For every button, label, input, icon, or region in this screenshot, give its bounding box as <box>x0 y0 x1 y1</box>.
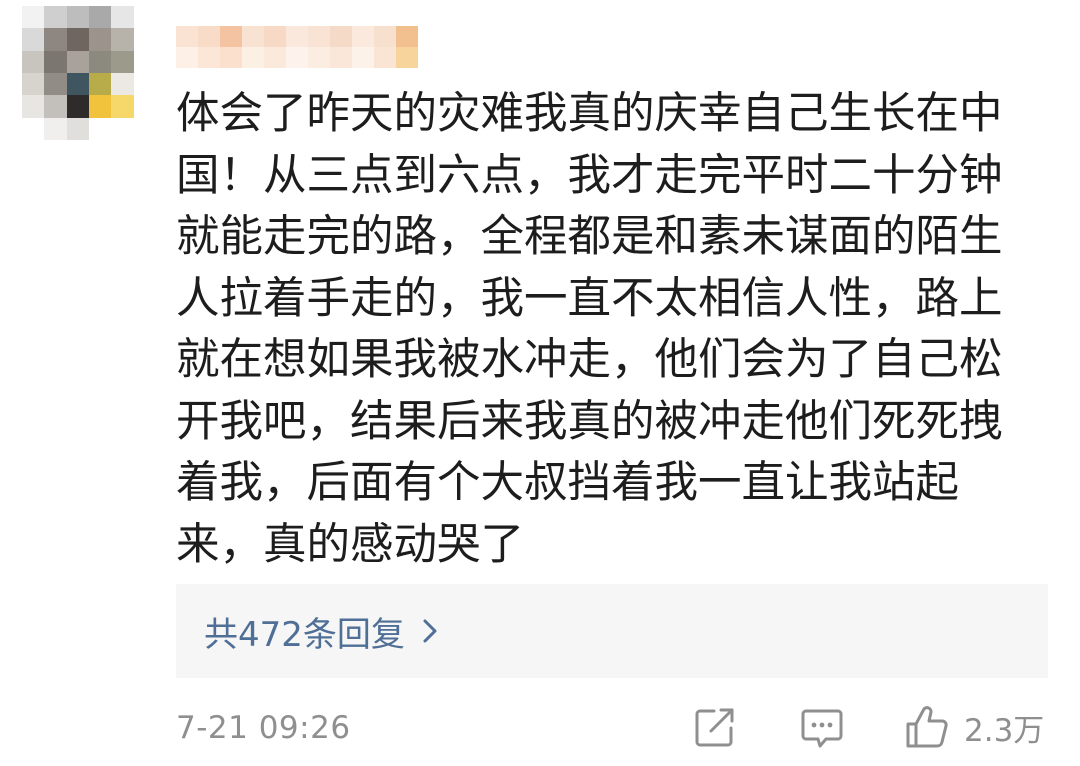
avatar[interactable] <box>22 6 156 140</box>
thumbs-up-icon <box>906 706 948 748</box>
like-button[interactable]: 2.3万 <box>904 704 1044 750</box>
view-replies-link[interactable]: 共472条回复 <box>204 607 439 656</box>
comment-footer: 7-21 09:26 2.3万 <box>176 700 1048 756</box>
chevron-right-icon <box>423 619 437 643</box>
comment-card: 体会了昨天的灾难我真的庆幸自己生长在中国！从三点到六点，我才走完平时二十分钟就能… <box>0 0 1080 766</box>
like-count: 2.3万 <box>964 712 1045 749</box>
comment-icon[interactable] <box>800 706 844 750</box>
comment-body: 体会了昨天的灾难我真的庆幸自己生长在中国！从三点到六点，我才走完平时二十分钟就能… <box>176 89 1003 570</box>
timestamp: 7-21 09:26 <box>176 710 351 746</box>
replies-label: 共472条回复 <box>204 614 405 655</box>
replies-panel: 共472条回复 <box>176 584 1048 678</box>
share-icon[interactable] <box>694 706 736 748</box>
username[interactable] <box>176 26 440 68</box>
